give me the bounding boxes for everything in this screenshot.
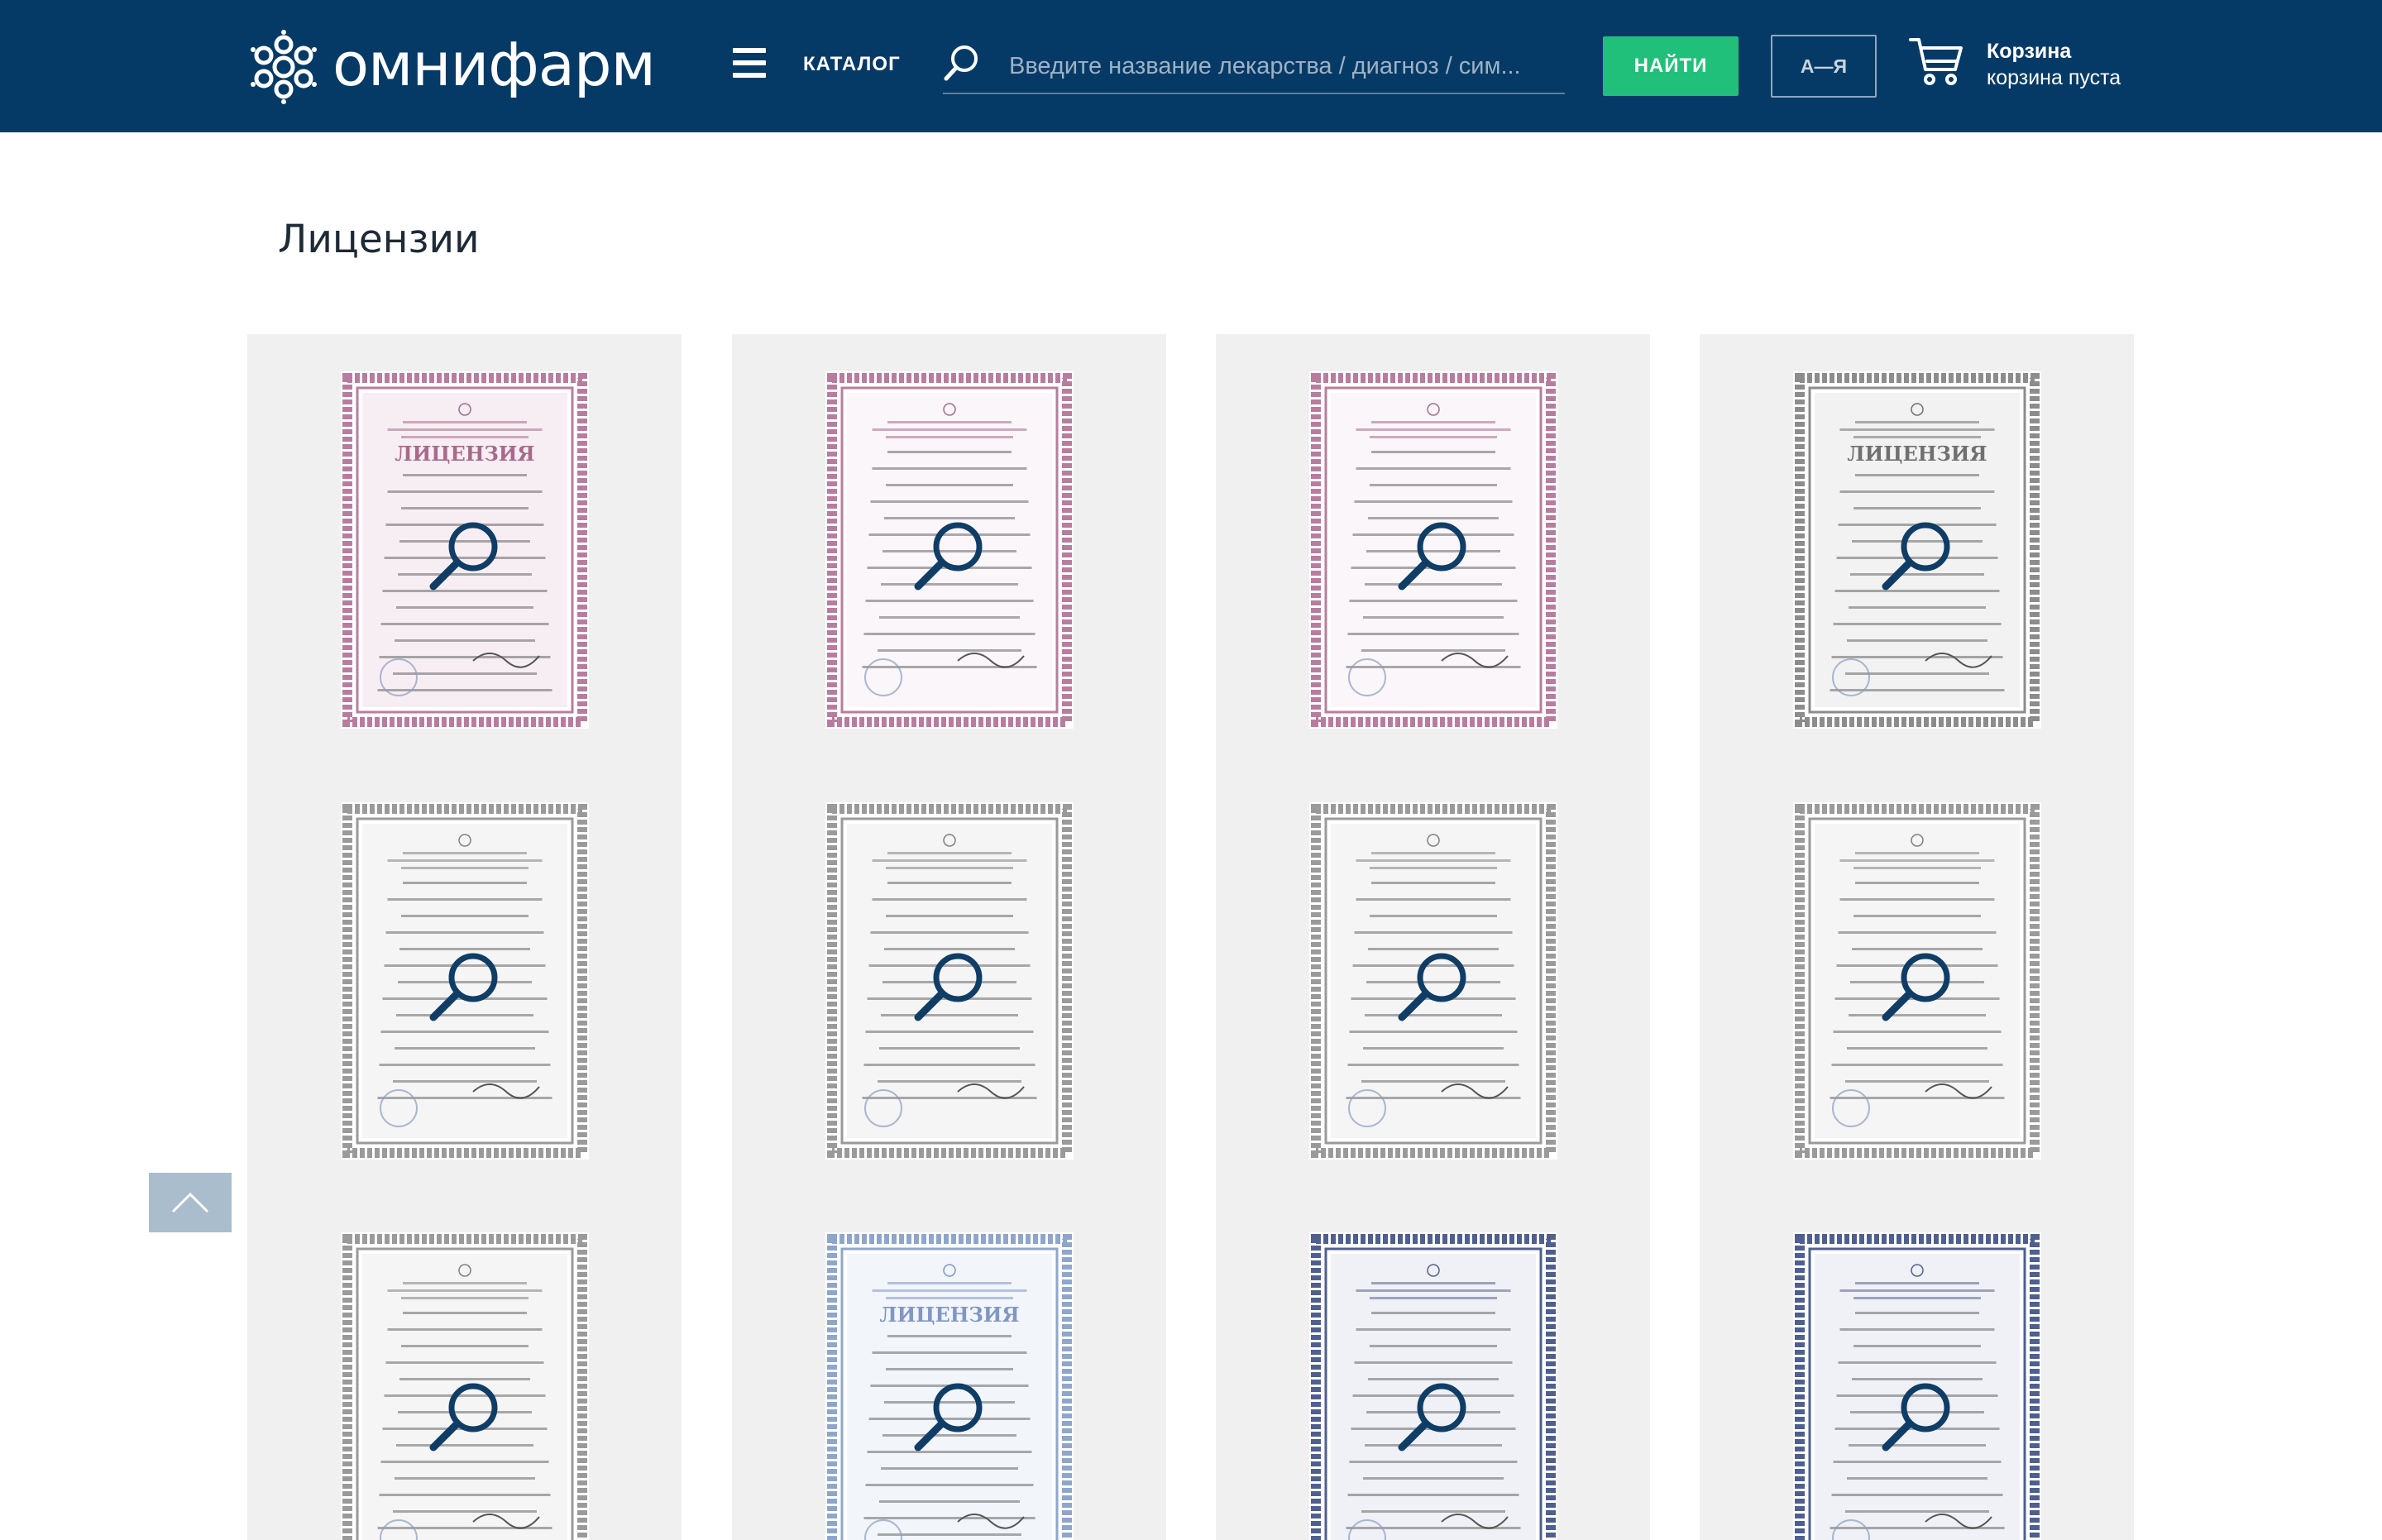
- arrow-up-icon: [171, 1192, 209, 1213]
- menu-icon[interactable]: [733, 48, 766, 81]
- header: омнифарм КАТАЛОГ НАЙТИ А—Я Корзина корзи…: [0, 0, 2382, 132]
- license-document[interactable]: ЛИЦЕНЗИЯ: [825, 1232, 1074, 1540]
- license-heading: ЛИЦЕНЗИЯ: [1847, 442, 1987, 466]
- alphabet-button[interactable]: А—Я: [1771, 35, 1877, 98]
- license-document[interactable]: ЛИЦЕНЗИЯ: [1793, 371, 2041, 729]
- license-document[interactable]: [825, 802, 1074, 1160]
- cart-status: корзина пуста: [1987, 66, 2121, 89]
- license-heading: ЛИЦЕНЗИЯ: [879, 1303, 1019, 1327]
- license-document[interactable]: [1309, 802, 1557, 1160]
- page-title: Лицензии: [278, 217, 480, 262]
- brand-name[interactable]: омнифарм: [332, 25, 656, 104]
- license-document[interactable]: [341, 802, 589, 1160]
- license-document[interactable]: [1793, 1232, 2041, 1540]
- license-document[interactable]: [341, 1232, 589, 1540]
- catalog-link[interactable]: КАТАЛОГ: [803, 53, 901, 76]
- license-document[interactable]: ЛИЦЕНЗИЯ: [341, 371, 589, 729]
- license-document[interactable]: [1309, 371, 1557, 729]
- scroll-top-button[interactable]: [149, 1173, 232, 1232]
- search-input[interactable]: [943, 40, 1565, 94]
- license-heading: ЛИЦЕНЗИЯ: [395, 442, 534, 466]
- license-document[interactable]: [825, 371, 1074, 729]
- logo-icon[interactable]: [246, 30, 321, 104]
- license-document[interactable]: [1793, 802, 2041, 1160]
- license-document[interactable]: [1309, 1232, 1557, 1540]
- cart-title[interactable]: Корзина: [1987, 40, 2071, 64]
- search-icon[interactable]: [943, 43, 981, 81]
- find-button[interactable]: НАЙТИ: [1603, 36, 1739, 96]
- cart-icon[interactable]: [1909, 36, 1963, 88]
